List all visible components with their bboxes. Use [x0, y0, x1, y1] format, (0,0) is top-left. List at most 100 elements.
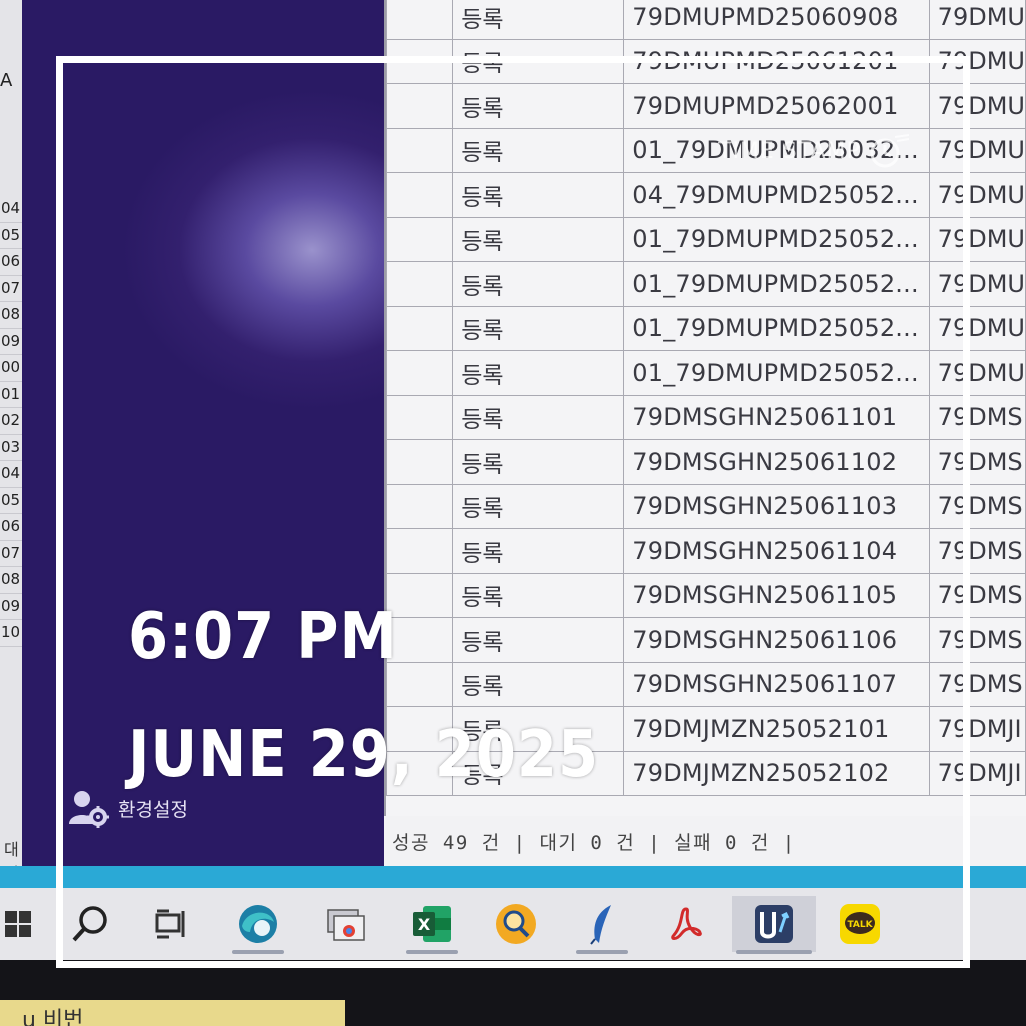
id-cell: 79DMUPMD25061201: [623, 38, 930, 84]
status-cell: 등록: [452, 305, 625, 351]
next-column-cell: 79DMU: [928, 83, 1026, 129]
sticky-note: u 비번: [0, 1000, 345, 1026]
row-checkbox-cell[interactable]: [386, 127, 454, 173]
user-gear-icon: [68, 788, 110, 828]
table-row[interactable]: 등록 79DMSGHN25061105 79DMS: [386, 572, 1026, 618]
status-cell: 등록: [452, 528, 625, 574]
next-column-cell: 79DMS: [928, 572, 1026, 618]
row-checkbox-cell[interactable]: [386, 394, 454, 440]
table-row[interactable]: 등록 01_79DMUPMD25052... 79DMU: [386, 261, 1026, 307]
status-cell: 등록: [452, 572, 625, 618]
status-cell: 등록: [452, 172, 625, 218]
settings-label: 환경설정: [118, 798, 188, 821]
next-column-cell: 79DMS: [928, 528, 1026, 574]
taskbar-app-magnifier[interactable]: [486, 896, 546, 952]
row-checkbox-cell[interactable]: [386, 216, 454, 262]
table-row[interactable]: 등록 79DMSGHN25061104 79DMS: [386, 528, 1026, 574]
next-column-cell: 79DMU: [928, 172, 1026, 218]
feather-pen-icon: [590, 905, 611, 945]
taskbar-app-browser[interactable]: [228, 896, 288, 954]
browser-icon: [239, 905, 277, 943]
row-checkbox-cell[interactable]: [386, 0, 454, 40]
table-row[interactable]: 등록 79DMSGHN25061102 79DMS: [386, 439, 1026, 485]
row-checkbox-cell[interactable]: [386, 172, 454, 218]
status-cell: 등록: [452, 83, 625, 129]
status-bar: 성공 49 건 | 대기 0 건 | 실패 0 건 |: [384, 816, 1026, 866]
taskbar-app-chrome-window[interactable]: [316, 896, 376, 952]
id-cell: 79DMSGHN25061104: [623, 528, 930, 574]
status-cell: 등록: [452, 394, 625, 440]
row-checkbox-cell[interactable]: [386, 261, 454, 307]
status-cell: 등록: [452, 661, 625, 707]
next-column-cell: 79DMU: [928, 0, 1026, 40]
watermark-label: TIME STAMP: [718, 138, 861, 164]
server-app-icon: [755, 905, 793, 943]
taskbar-app-kakaotalk[interactable]: TALK: [830, 896, 890, 952]
next-column-cell: 79DMS: [928, 439, 1026, 485]
id-cell: 79DMSGHN25061107: [623, 661, 930, 707]
status-cell: 등록: [452, 439, 625, 485]
table-row[interactable]: 등록 01_79DMUPMD25052... 79DMU: [386, 216, 1026, 262]
taskbar-app-feather[interactable]: [572, 896, 632, 954]
settings-button[interactable]: 환경설정: [68, 788, 188, 828]
table-row[interactable]: 등록 79DMSGHN25061101 79DMS: [386, 394, 1026, 440]
row-checkbox-cell[interactable]: [386, 305, 454, 351]
row-checkbox-cell[interactable]: [386, 38, 454, 84]
next-column-cell: 79DMS: [928, 394, 1026, 440]
table-row[interactable]: 등록 79DMSGHN25061103 79DMS: [386, 483, 1026, 529]
next-column-cell: 79DMU: [928, 127, 1026, 173]
next-column-cell: 79DMU: [928, 350, 1026, 396]
task-view-button[interactable]: [142, 896, 202, 952]
table-row[interactable]: 등록 04_79DMUPMD25052... 79DMU: [386, 172, 1026, 218]
status-cell: 등록: [452, 38, 625, 84]
next-column-cell: 79DMS: [928, 483, 1026, 529]
table-row[interactable]: 등록 79DMUPMD25062001 79DMU: [386, 83, 1026, 129]
table-row[interactable]: 등록 79DMUPMD25060908 79DMU: [386, 0, 1026, 40]
table-row[interactable]: 등록 01_79DMUPMD25032... 79DMU: [386, 127, 1026, 173]
photo-timestamp-date: JUNE 29, 2025: [128, 718, 599, 792]
next-column-cell: 79DMU: [928, 216, 1026, 262]
id-cell: 01_79DMUPMD25052...: [623, 261, 930, 307]
taskbar: X TALK: [0, 888, 1026, 960]
table-row[interactable]: 등록 79DMUPMD25061201 79DMU: [386, 38, 1026, 84]
kakao-talk-label: TALK: [847, 920, 873, 930]
excel-letter: X: [418, 915, 431, 934]
id-cell: 79DMJMZN25052101: [623, 706, 930, 752]
row-checkbox-cell[interactable]: [386, 528, 454, 574]
results-table-panel[interactable]: 등록 79DMUPMD25060908 79DMU 등록 79DMUPMD2506120…: [384, 0, 1026, 816]
acrobat-icon: [671, 907, 702, 940]
window-stack-icon: [327, 909, 365, 941]
id-cell: 01_79DMUPMD25052...: [623, 305, 930, 351]
id-cell: 01_79DMUPMD25052...: [623, 350, 930, 396]
results-table: 등록 79DMUPMD25060908 79DMU 등록 79DMUPMD2506120…: [386, 0, 1026, 796]
table-row[interactable]: 등록 01_79DMUPMD25052... 79DMU: [386, 305, 1026, 351]
row-checkbox-cell[interactable]: [386, 350, 454, 396]
table-row[interactable]: 등록 01_79DMUPMD25052... 79DMU: [386, 350, 1026, 396]
search-button[interactable]: [60, 896, 120, 952]
kakaotalk-icon: TALK: [840, 904, 880, 944]
taskbar-app-excel[interactable]: X: [402, 896, 462, 954]
search-icon: [72, 906, 107, 942]
status-cell: 등록: [452, 127, 625, 173]
table-row[interactable]: 등록 79DMSGHN25061107 79DMS: [386, 661, 1026, 707]
next-column-cell: 79DMS: [928, 661, 1026, 707]
window-bottom-accent: [0, 866, 1026, 888]
next-column-cell: 79DMJI: [928, 706, 1026, 752]
next-column-cell: 79DMU: [928, 38, 1026, 84]
id-cell: 79DMSGHN25061101: [623, 394, 930, 440]
next-column-cell: 79DMJI: [928, 750, 1026, 796]
clock-icon: [870, 134, 909, 168]
status-cell: 등록: [452, 617, 625, 663]
id-cell: 79DMUPMD25060908: [623, 0, 930, 40]
row-checkbox-cell[interactable]: [386, 439, 454, 485]
row-checkbox-cell[interactable]: [386, 83, 454, 129]
id-cell: 79DMSGHN25061105: [623, 572, 930, 618]
timestamp-watermark: TIME STAMP: [718, 133, 911, 169]
windows-start-button[interactable]: [0, 896, 36, 952]
taskbar-app-acrobat[interactable]: [656, 896, 716, 952]
table-row[interactable]: 등록 79DMSGHN25061106 79DMS: [386, 617, 1026, 663]
status-cell: 등록: [452, 261, 625, 307]
spreadsheet-fragment: A: [0, 70, 13, 91]
row-checkbox-cell[interactable]: [386, 483, 454, 529]
taskbar-app-server[interactable]: [732, 896, 816, 954]
